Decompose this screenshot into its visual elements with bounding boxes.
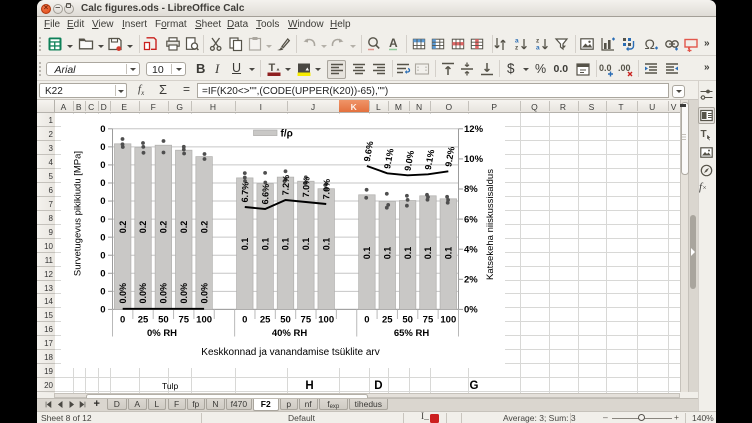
- svg-text:0% RH: 0% RH: [146, 328, 176, 339]
- svg-text:0.2: 0.2: [138, 220, 148, 233]
- svg-text:0.0%: 0.0%: [158, 282, 168, 303]
- svg-text:0: 0: [100, 214, 105, 225]
- svg-text:4%: 4%: [464, 244, 478, 255]
- svg-text:9.0%: 9.0%: [402, 149, 415, 171]
- svg-text:7.0%: 7.0%: [300, 176, 311, 197]
- svg-text:10%: 10%: [464, 154, 484, 165]
- svg-text:A: A: [389, 36, 398, 50]
- svg-text:z: z: [536, 38, 540, 45]
- svg-text:0: 0: [100, 142, 105, 153]
- svg-text:Survetugevus pikikiudu [MPa]: Survetugevus pikikiudu [MPa]: [72, 150, 83, 275]
- svg-text:50: 50: [402, 314, 413, 325]
- svg-text:9.2%: 9.2%: [443, 145, 456, 167]
- svg-text:0.0%: 0.0%: [178, 282, 188, 303]
- svg-text:0: 0: [100, 304, 105, 315]
- svg-text:6.6%: 6.6%: [260, 183, 271, 204]
- svg-text:25: 25: [259, 314, 270, 325]
- svg-text:0.0%: 0.0%: [199, 282, 209, 303]
- svg-text:a: a: [515, 38, 519, 45]
- svg-text:f/ρ: f/ρ: [280, 128, 292, 139]
- svg-text:0: 0: [100, 160, 105, 171]
- svg-text:7.2%: 7.2%: [280, 174, 291, 195]
- svg-text:0.0%: 0.0%: [138, 282, 148, 303]
- svg-text:0.1: 0.1: [423, 246, 433, 259]
- svg-text:0%: 0%: [464, 304, 478, 315]
- svg-text:25: 25: [381, 314, 392, 325]
- svg-text:a: a: [536, 45, 540, 52]
- svg-text:25: 25: [137, 314, 148, 325]
- svg-text:6.7%: 6.7%: [239, 181, 250, 202]
- svg-text:z: z: [515, 45, 519, 52]
- svg-text:75: 75: [178, 314, 189, 325]
- svg-text:6%: 6%: [464, 214, 478, 225]
- svg-text:.00: .00: [618, 63, 631, 73]
- svg-text:9.1%: 9.1%: [422, 148, 435, 170]
- svg-text:0: 0: [120, 314, 125, 325]
- svg-text:100: 100: [440, 314, 456, 325]
- svg-text:0.1: 0.1: [382, 246, 392, 259]
- svg-text:65% RH: 65% RH: [393, 328, 429, 339]
- svg-text:0: 0: [100, 124, 105, 135]
- svg-text:0.0: 0.0: [599, 63, 612, 73]
- svg-text:0: 0: [100, 268, 105, 279]
- svg-text:75: 75: [422, 314, 433, 325]
- svg-text:0.1: 0.1: [362, 246, 372, 259]
- svg-text:0: 0: [242, 314, 247, 325]
- svg-text:0.2: 0.2: [117, 220, 127, 233]
- svg-text:9.6%: 9.6%: [361, 140, 374, 162]
- svg-text:75: 75: [300, 314, 311, 325]
- svg-text:0: 0: [100, 286, 105, 297]
- svg-text:12%: 12%: [464, 124, 484, 135]
- svg-text:0.0%: 0.0%: [117, 282, 127, 303]
- svg-text:0.1: 0.1: [443, 246, 453, 259]
- svg-text:40% RH: 40% RH: [271, 328, 307, 339]
- svg-text:50: 50: [158, 314, 169, 325]
- svg-text:0.2: 0.2: [199, 220, 209, 233]
- svg-text:100: 100: [318, 314, 334, 325]
- svg-text:0: 0: [100, 250, 105, 261]
- svg-text:0.1: 0.1: [321, 237, 331, 250]
- svg-text:Keskkonnad ja vanandamise tsük: Keskkonnad ja vanandamise tsüklite arv: [201, 347, 379, 358]
- svg-text:9.1%: 9.1%: [382, 147, 395, 169]
- svg-text:0: 0: [100, 178, 105, 189]
- svg-text:0.2: 0.2: [158, 220, 168, 233]
- svg-text:8%: 8%: [464, 184, 478, 195]
- svg-text:T: T: [700, 129, 706, 140]
- svg-text:Ω: Ω: [644, 36, 654, 52]
- svg-text:7.0%: 7.0%: [321, 178, 332, 199]
- svg-text:0.1: 0.1: [280, 237, 290, 250]
- svg-text:0.1: 0.1: [301, 237, 311, 250]
- svg-text:0.2: 0.2: [178, 220, 188, 233]
- svg-text:T: T: [269, 62, 276, 74]
- svg-text:0: 0: [100, 232, 105, 243]
- svg-text:0.1: 0.1: [239, 237, 249, 250]
- svg-text:0.1: 0.1: [402, 246, 412, 259]
- svg-text:2%: 2%: [464, 274, 478, 285]
- svg-text:50: 50: [280, 314, 291, 325]
- svg-text:0: 0: [100, 196, 105, 207]
- svg-text:0: 0: [364, 314, 369, 325]
- svg-text:100: 100: [196, 314, 212, 325]
- svg-text:0.1: 0.1: [260, 237, 270, 250]
- svg-text:Katsekeha niiskussisaldus: Katsekeha niiskussisaldus: [485, 168, 496, 279]
